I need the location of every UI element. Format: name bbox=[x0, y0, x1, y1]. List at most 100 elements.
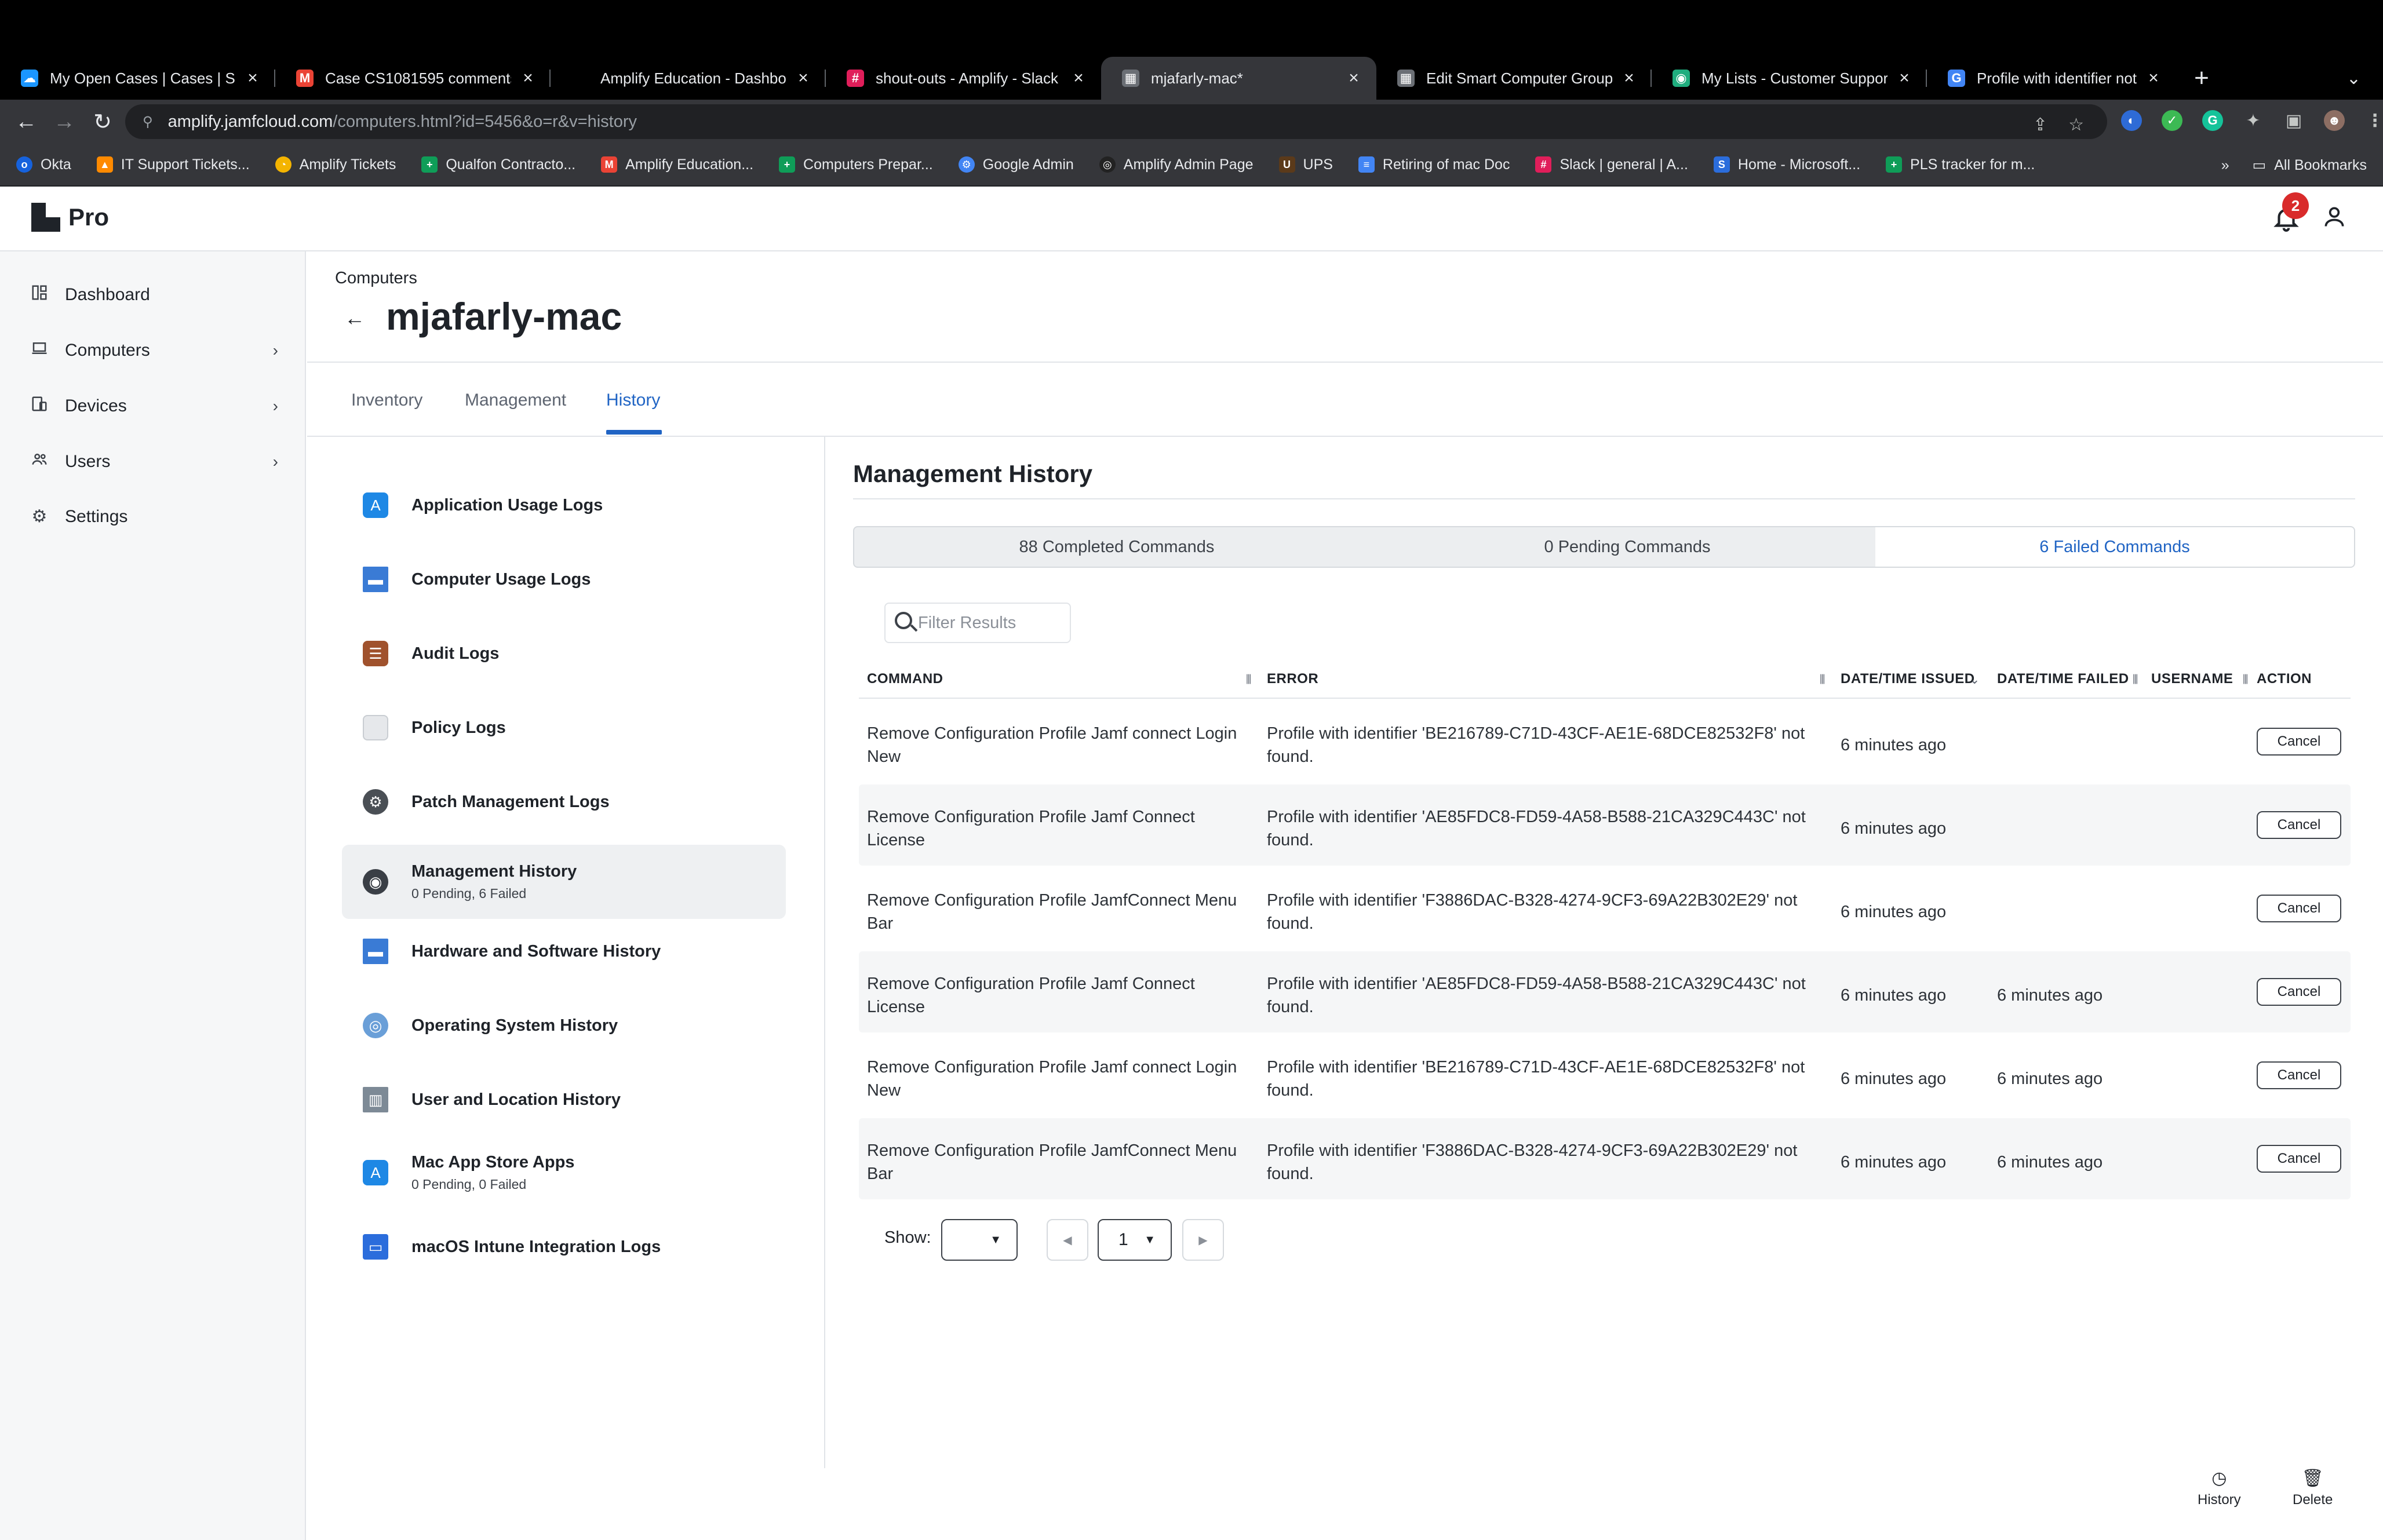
browser-tab[interactable]: M Case CS1081595 comments a × bbox=[275, 57, 551, 100]
bookmark[interactable]: o Okta bbox=[16, 156, 71, 173]
browser-tab[interactable]: Amplify Education - Dashboar × bbox=[551, 57, 826, 100]
sort-descending-icon[interactable]: ⌄ bbox=[1969, 672, 1980, 687]
breadcrumb[interactable]: Computers bbox=[335, 269, 417, 288]
column-resize-icon[interactable]: ⫴ bbox=[1820, 672, 1825, 687]
google-icon: G bbox=[1948, 70, 1965, 87]
close-tab-icon[interactable]: × bbox=[2145, 68, 2162, 88]
tab-management[interactable]: Management bbox=[465, 391, 566, 410]
sidebar-item-devices[interactable]: Devices › bbox=[29, 395, 278, 417]
tab-history[interactable]: History bbox=[606, 391, 660, 410]
chevron-right-icon: › bbox=[272, 341, 278, 359]
cancel-button[interactable]: Cancel bbox=[2257, 1061, 2341, 1089]
reload-icon[interactable]: ↻ bbox=[83, 103, 122, 141]
back-arrow-icon[interactable]: ← bbox=[344, 306, 365, 330]
delete-footer-button[interactable]: 🗑 Delete bbox=[2293, 1468, 2333, 1508]
user-icon[interactable] bbox=[2322, 204, 2347, 235]
bookmark[interactable]: + Qualfon Contracto... bbox=[421, 156, 575, 173]
back-arrow-icon[interactable]: ← bbox=[7, 103, 45, 141]
cancel-button[interactable]: Cancel bbox=[2257, 895, 2341, 922]
close-tab-icon[interactable]: × bbox=[795, 68, 812, 88]
sidebar-item-users[interactable]: Users › bbox=[29, 451, 278, 473]
browser-tab-active[interactable]: ▦ mjafarly-mac* × bbox=[1101, 57, 1376, 100]
filter-results-input[interactable]: Filter Results bbox=[884, 603, 1071, 643]
column-header-error[interactable]: ERROR bbox=[1267, 671, 1318, 687]
cancel-button[interactable]: Cancel bbox=[2257, 811, 2341, 839]
sidebar-item-settings[interactable]: ⚙ Settings bbox=[29, 506, 278, 527]
column-header-date-failed[interactable]: DATE/TIME FAILED bbox=[1997, 671, 2129, 687]
bookmark[interactable]: M Amplify Education... bbox=[601, 156, 753, 173]
browser-tab[interactable]: ☁ My Open Cases | Cases | Sale × bbox=[0, 57, 275, 100]
column-header-command[interactable]: COMMAND bbox=[867, 671, 943, 687]
history-footer-button[interactable]: ◷ History bbox=[2198, 1468, 2241, 1508]
page-size-select[interactable]: ▼ bbox=[941, 1219, 1018, 1261]
close-tab-icon[interactable]: × bbox=[1620, 68, 1638, 88]
jamf-pro-logo[interactable]: Pro bbox=[31, 203, 109, 232]
clock-icon: ◷ bbox=[2211, 1469, 2227, 1488]
bookmark[interactable]: ◔ Amplify Tickets bbox=[275, 156, 396, 173]
column-header-username[interactable]: USERNAME bbox=[2151, 671, 2233, 687]
shield-extension-icon[interactable]: ✓ bbox=[2162, 110, 2182, 131]
share-icon[interactable]: ⇪ bbox=[2033, 115, 2047, 135]
bookmark-star-icon[interactable]: ☆ bbox=[2068, 115, 2084, 135]
browser-tab[interactable]: # shout-outs - Amplify - Slack × bbox=[826, 57, 1101, 100]
history-item-operating-system[interactable]: ◎ Operating System History bbox=[342, 1009, 786, 1042]
column-resize-icon[interactable]: ⫴ bbox=[2133, 672, 2138, 687]
bookmark[interactable]: + PLS tracker for m... bbox=[1886, 156, 2035, 173]
close-tab-icon[interactable]: × bbox=[1345, 68, 1362, 88]
bookmark[interactable]: ▲ IT Support Tickets... bbox=[96, 156, 250, 173]
browser-tab[interactable]: ◉ My Lists - Customer Support × bbox=[1652, 57, 1927, 100]
previous-page-button[interactable]: ◀ bbox=[1047, 1219, 1088, 1261]
segment-failed-commands[interactable]: 6 Failed Commands bbox=[1875, 526, 2355, 568]
forward-arrow-icon[interactable]: → bbox=[45, 103, 83, 141]
close-tab-icon[interactable]: × bbox=[1070, 68, 1087, 88]
history-item-user-location[interactable]: ▥ User and Location History bbox=[342, 1083, 786, 1116]
cancel-button[interactable]: Cancel bbox=[2257, 728, 2341, 756]
close-tab-icon[interactable]: × bbox=[1896, 68, 1913, 88]
bookmark[interactable]: ⚙ Google Admin bbox=[958, 156, 1074, 173]
puzzle-icon[interactable]: ✦ bbox=[2243, 110, 2264, 131]
bookmark[interactable]: U UPS bbox=[1278, 156, 1333, 173]
page-select[interactable]: 1 ▼ bbox=[1098, 1219, 1172, 1261]
history-item-intune-logs[interactable]: ▭ macOS Intune Integration Logs bbox=[342, 1231, 786, 1263]
history-item-application-usage[interactable]: A Application Usage Logs bbox=[342, 489, 786, 521]
tab-search-chevron-icon[interactable]: ⌄ bbox=[2346, 57, 2361, 100]
close-tab-icon[interactable]: × bbox=[519, 68, 537, 88]
close-tab-icon[interactable]: × bbox=[244, 68, 261, 88]
all-bookmarks-button[interactable]: ▭ All Bookmarks bbox=[2253, 156, 2367, 174]
cancel-button[interactable]: Cancel bbox=[2257, 978, 2341, 1006]
history-item-mac-app-store[interactable]: A Mac App Store Apps 0 Pending, 0 Failed bbox=[342, 1144, 786, 1202]
column-header-date-issued[interactable]: DATE/TIME ISSUED bbox=[1841, 671, 1975, 687]
column-resize-icon[interactable]: ⫴ bbox=[1246, 672, 1251, 687]
cancel-button[interactable]: Cancel bbox=[2257, 1145, 2341, 1173]
history-item-patch-management[interactable]: ⚙ Patch Management Logs bbox=[342, 786, 786, 818]
intune-icon: ▭ bbox=[363, 1234, 388, 1260]
next-page-button[interactable]: ▶ bbox=[1182, 1219, 1224, 1261]
browser-tab[interactable]: GProfile with identifier not foun× bbox=[1927, 57, 2176, 100]
segment-completed-commands[interactable]: 88 Completed Commands bbox=[853, 526, 1380, 568]
kebab-menu-icon[interactable]: ⋮ bbox=[2364, 110, 2383, 131]
bookmark[interactable]: + Computers Prepar... bbox=[779, 156, 933, 173]
sidebar-item-computers[interactable]: Computers › bbox=[29, 340, 278, 362]
history-item-hardware-software[interactable]: ▬ Hardware and Software History bbox=[342, 935, 786, 968]
bookmark[interactable]: S Home - Microsoft... bbox=[1713, 156, 1860, 173]
grammarly-icon[interactable]: G bbox=[2202, 110, 2223, 131]
new-tab-button[interactable]: + bbox=[2184, 57, 2219, 100]
url-bar[interactable]: ⚲ amplify.jamfcloud.com/computers.html?i… bbox=[125, 104, 2107, 139]
bookmarks-overflow-icon[interactable]: » bbox=[2221, 157, 2229, 174]
side-panel-icon[interactable]: ▣ bbox=[2283, 110, 2304, 131]
bookmark[interactable]: ◎ Amplify Admin Page bbox=[1099, 156, 1254, 173]
tab-inventory[interactable]: Inventory bbox=[351, 391, 422, 410]
history-item-policy-logs[interactable]: Policy Logs bbox=[342, 711, 786, 744]
segment-pending-commands[interactable]: 0 Pending Commands bbox=[1379, 526, 1876, 568]
history-item-computer-usage[interactable]: ▬ Computer Usage Logs bbox=[342, 563, 786, 596]
bookmark[interactable]: # Slack | general | A... bbox=[1535, 156, 1688, 173]
sidebar-item-dashboard[interactable]: Dashboard bbox=[29, 284, 278, 306]
bookmark[interactable]: ≡ Retiring of mac Doc bbox=[1358, 156, 1510, 173]
profile-avatar[interactable]: ☻ bbox=[2324, 110, 2345, 131]
extension-icon[interactable]: ◐ bbox=[2121, 110, 2142, 131]
column-resize-icon[interactable]: ⫴ bbox=[2243, 672, 2248, 687]
site-info-icon[interactable]: ⚲ bbox=[143, 114, 153, 130]
browser-tab[interactable]: ▦ Edit Smart Computer Group* × bbox=[1376, 57, 1652, 100]
history-item-management-history[interactable]: ◉ Management History 0 Pending, 6 Failed bbox=[342, 845, 786, 919]
history-item-audit-logs[interactable]: ☰ Audit Logs bbox=[342, 637, 786, 670]
